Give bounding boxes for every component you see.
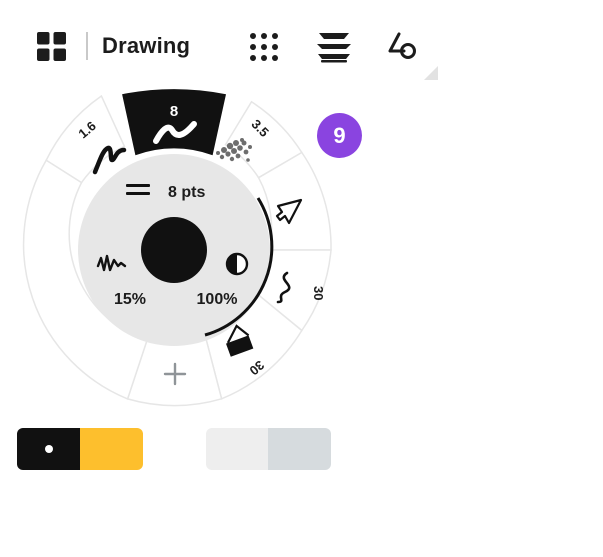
layers-icon[interactable]: [315, 31, 353, 63]
brush-color-swatch[interactable]: [141, 217, 207, 283]
color-swatch-black[interactable]: [17, 428, 80, 470]
opacity-value[interactable]: 100%: [197, 291, 238, 308]
opacity-icon: [225, 252, 249, 276]
active-swatch-indicator: [45, 445, 53, 453]
grid-layout-icon[interactable]: [37, 32, 66, 61]
shapes-icon[interactable]: [387, 31, 418, 61]
toolbar: Drawing: [0, 0, 603, 92]
color-swatch-light-gray[interactable]: [206, 428, 268, 470]
dots-grid-icon[interactable]: [249, 32, 279, 62]
color-palette-secondary: [206, 428, 331, 470]
color-palette-primary: [17, 428, 143, 470]
toolbar-divider: [86, 32, 88, 60]
stroke-size-label[interactable]: 8 pts: [168, 184, 205, 201]
wire-size-label: 30: [311, 286, 326, 300]
resize-corner-icon[interactable]: [424, 66, 438, 80]
tool-sector-brush[interactable]: [122, 89, 226, 156]
tool-wheel[interactable]: 1.6 8 3.5 30 30 8 pts 15% 100%: [0, 80, 360, 420]
color-swatch-blue-gray[interactable]: [268, 428, 331, 470]
smoothing-value[interactable]: 15%: [114, 291, 146, 308]
page-title: Drawing: [102, 33, 191, 58]
brush-size-label: 8: [170, 103, 178, 120]
color-swatch-yellow[interactable]: [80, 428, 143, 470]
